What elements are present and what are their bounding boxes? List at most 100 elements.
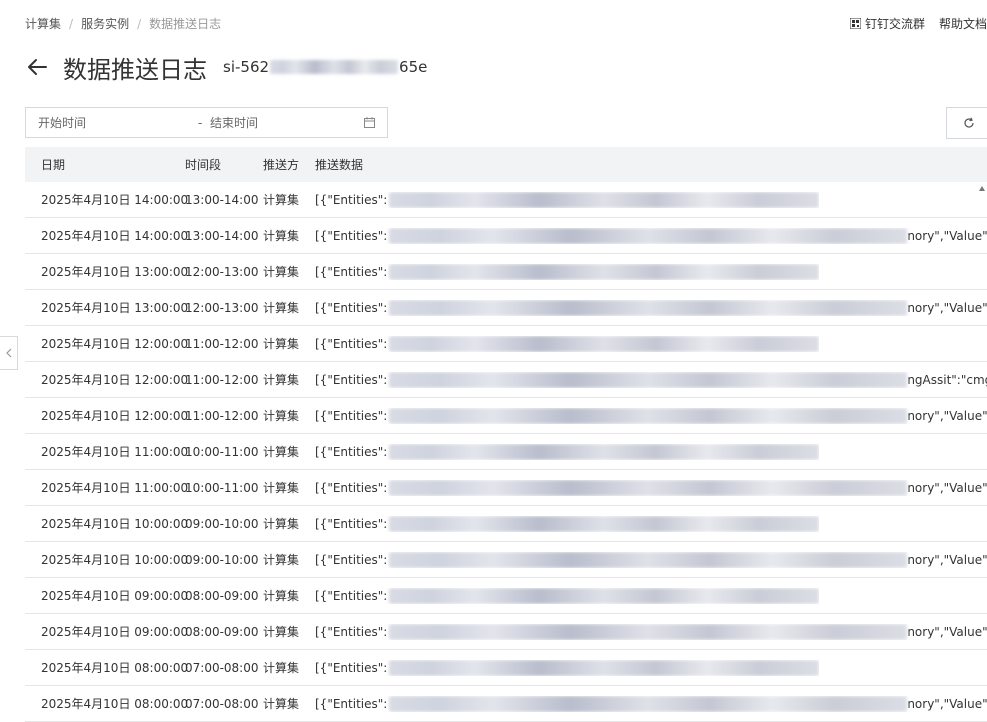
sidebar-toggle[interactable] (0, 336, 18, 370)
push-data-redacted (389, 551, 908, 568)
breadcrumb-separator: / (69, 16, 74, 31)
end-time-input[interactable]: 结束时间 (210, 114, 258, 131)
cell-date: 2025年4月10日 11:00:00 (41, 481, 189, 495)
column-header-pusher: 推送方 (263, 158, 300, 172)
breadcrumb-compute-nest[interactable]: 计算集 (25, 15, 61, 32)
cell-date: 2025年4月10日 11:00:00 (41, 445, 189, 459)
cell-push-data: [{"Entities": (315, 443, 820, 460)
cell-push-data: [{"Entities": nory","Value":"0" (315, 407, 987, 424)
cell-time-slot: 08:00-09:00 (185, 588, 259, 603)
cell-pusher: 计算集 (263, 625, 300, 639)
cell-pusher: 计算集 (263, 301, 300, 315)
cell-time-slot: 11:00-12:00 (185, 372, 259, 387)
push-data-redacted (389, 335, 820, 352)
table-row: 2025年4月10日 08:00:00 07:00-08:00 计算集 [{"Enti… (25, 686, 987, 722)
push-data-prefix: [{"Entities": (315, 408, 388, 423)
cell-push-data: [{"Entities": (315, 191, 820, 208)
cell-time-slot: 07:00-08:00 (185, 696, 259, 711)
table-row: 2025年4月10日 13:00:00 12:00-13:00 计算集 [{"Enti… (25, 290, 987, 326)
cell-pusher: 计算集 (263, 229, 300, 243)
push-data-redacted (389, 623, 908, 640)
push-data-redacted (389, 587, 820, 604)
refresh-icon (964, 117, 974, 128)
cell-pusher: 计算集 (263, 661, 300, 675)
push-data-tail: nory","Value":"0" (907, 300, 987, 315)
push-data-redacted (389, 443, 820, 460)
cell-time-slot: 12:00-13:00 (185, 264, 259, 279)
column-header-time-slot: 时间段 (185, 158, 222, 172)
chevron-left-icon (5, 348, 11, 358)
push-data-redacted (389, 407, 908, 424)
cell-push-data: [{"Entities": nory","Value":"0" (315, 299, 987, 316)
cell-push-data: [{"Entities": (315, 659, 820, 676)
cell-time-slot: 09:00-10:00 (185, 552, 259, 567)
cell-time-slot: 13:00-14:00 (185, 228, 259, 243)
push-data-prefix: [{"Entities": (315, 444, 388, 459)
push-data-tail: ngAssit":"cmgj0 (907, 372, 987, 387)
table-row: 2025年4月10日 14:00:00 13:00-14:00 计算集 [{"Enti… (25, 182, 987, 218)
push-data-redacted (389, 263, 820, 280)
cell-time-slot: 10:00-11:00 (185, 480, 259, 495)
cell-push-data: [{"Entities": nory","Value":"0" (315, 551, 987, 568)
table-row: 2025年4月10日 12:00:00 11:00-12:00 计算集 [{"Enti… (25, 326, 987, 362)
instance-id-suffix: 65e (399, 58, 428, 76)
push-log-table: 日期 时间段 推送方 推送数据 2025年4月10日 14:00:00 13:00… (25, 147, 987, 722)
cell-date: 2025年4月10日 13:00:00 (41, 265, 189, 279)
push-data-tail: nory","Value":"0" (907, 552, 987, 567)
push-data-prefix: [{"Entities": (315, 696, 388, 711)
cell-push-data: [{"Entities": (315, 587, 820, 604)
push-data-redacted (389, 191, 820, 208)
help-docs-link[interactable]: 帮助文档 (939, 15, 987, 32)
table-row: 2025年4月10日 10:00:00 09:00-10:00 计算集 [{"Enti… (25, 542, 987, 578)
table-body: 2025年4月10日 14:00:00 13:00-14:00 计算集 [{"Enti… (25, 182, 987, 722)
push-data-prefix: [{"Entities": (315, 660, 388, 675)
page-header: 数据推送日志 si-562 65e (25, 50, 427, 84)
header-links: 钉钉交流群 帮助文档 (849, 15, 987, 32)
cell-pusher: 计算集 (263, 517, 300, 531)
cell-date: 2025年4月10日 14:00:00 (41, 229, 189, 243)
push-data-prefix: [{"Entities": (315, 264, 388, 279)
push-data-prefix: [{"Entities": (315, 588, 388, 603)
push-data-prefix: [{"Entities": (315, 228, 388, 243)
instance-id-redacted (270, 60, 399, 74)
refresh-button[interactable] (946, 107, 987, 139)
page-title: 数据推送日志 (63, 55, 207, 84)
scroll-up-arrow-icon[interactable] (979, 186, 985, 191)
qr-code-icon (849, 18, 861, 29)
dingtalk-group-link[interactable]: 钉钉交流群 (865, 15, 925, 32)
cell-pusher: 计算集 (263, 445, 300, 459)
table-header: 日期 时间段 推送方 推送数据 (25, 147, 987, 182)
start-time-input[interactable]: 开始时间 (38, 114, 86, 131)
table-row: 2025年4月10日 12:00:00 11:00-12:00 计算集 [{"Enti… (25, 362, 987, 398)
cell-push-data: [{"Entities": (315, 335, 820, 352)
push-data-redacted (389, 227, 908, 244)
instance-id-prefix: si-562 (223, 58, 270, 76)
table-row: 2025年4月10日 13:00:00 12:00-13:00 计算集 [{"Enti… (25, 254, 987, 290)
table-row: 2025年4月10日 10:00:00 09:00-10:00 计算集 [{"Enti… (25, 506, 987, 542)
cell-date: 2025年4月10日 09:00:00 (41, 625, 189, 639)
cell-time-slot: 11:00-12:00 (185, 408, 259, 423)
cell-date: 2025年4月10日 10:00:00 (41, 517, 189, 531)
cell-date: 2025年4月10日 09:00:00 (41, 589, 189, 603)
push-data-prefix: [{"Entities": (315, 192, 388, 207)
cell-pusher: 计算集 (263, 373, 300, 387)
table-row: 2025年4月10日 08:00:00 07:00-08:00 计算集 [{"Enti… (25, 650, 987, 686)
date-range-picker[interactable]: 开始时间 - 结束时间 (25, 107, 388, 138)
cell-date: 2025年4月10日 12:00:00 (41, 409, 189, 423)
breadcrumb-service-instances[interactable]: 服务实例 (81, 15, 129, 32)
push-data-prefix: [{"Entities": (315, 372, 388, 387)
calendar-icon (364, 117, 375, 128)
table-row: 2025年4月10日 09:00:00 08:00-09:00 计算集 [{"Enti… (25, 614, 987, 650)
cell-date: 2025年4月10日 12:00:00 (41, 337, 189, 351)
table-row: 2025年4月10日 14:00:00 13:00-14:00 计算集 [{"Enti… (25, 218, 987, 254)
arrow-left-icon[interactable] (25, 55, 49, 79)
instance-id: si-562 65e (223, 58, 427, 76)
push-data-redacted (389, 479, 908, 496)
table-row: 2025年4月10日 11:00:00 10:00-11:00 计算集 [{"Enti… (25, 434, 987, 470)
cell-time-slot: 11:00-12:00 (185, 336, 259, 351)
table-row: 2025年4月10日 09:00:00 08:00-09:00 计算集 [{"Enti… (25, 578, 987, 614)
push-data-tail: nory","Value":"0" (907, 480, 987, 495)
push-data-redacted (389, 371, 908, 388)
column-header-date: 日期 (41, 158, 66, 172)
push-data-redacted (389, 515, 820, 532)
